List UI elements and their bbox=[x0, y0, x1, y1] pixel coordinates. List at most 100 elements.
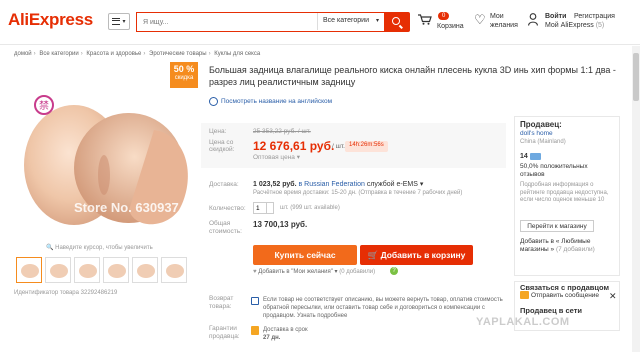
svg-text:禁: 禁 bbox=[39, 100, 49, 112]
thumbnail-image bbox=[50, 264, 68, 278]
aliexpress-logo[interactable]: AliExpress bbox=[8, 10, 93, 30]
thumbnail-image bbox=[137, 264, 155, 278]
scrollbar-thumb[interactable] bbox=[633, 53, 639, 101]
quantity-input[interactable] bbox=[253, 202, 267, 214]
breadcrumb-separator: › bbox=[143, 51, 146, 57]
thumbnail-image bbox=[79, 264, 97, 278]
price-label: Цена: bbox=[209, 128, 227, 135]
my-aliexpress-link[interactable]: Мой AliExpress (5) bbox=[545, 22, 604, 29]
add-to-cart-label: Добавить в корзину bbox=[380, 249, 466, 260]
quantity-stepper[interactable] bbox=[267, 202, 274, 214]
thumbnail[interactable] bbox=[103, 257, 129, 283]
thumbnail[interactable] bbox=[16, 257, 42, 283]
return-label-line1: Возврат bbox=[209, 295, 234, 302]
image-watermark: Store No: 630937 bbox=[39, 230, 137, 240]
add-favorite-store-link[interactable]: Добавить в « Любимые магазины » (7 добав… bbox=[520, 238, 614, 254]
guarantee-label: Гарантии продавца: bbox=[209, 325, 240, 341]
seller-name-link[interactable]: doll's home bbox=[520, 130, 553, 137]
product-main-image[interactable]: 禁 Store No. 630937 Store No: 630937 bbox=[14, 60, 196, 240]
send-message-link[interactable]: Отправить сообщение bbox=[531, 292, 599, 299]
seller-rank: 14 bbox=[520, 153, 528, 160]
thumbnail[interactable] bbox=[74, 257, 100, 283]
breadcrumb-item[interactable]: домой bbox=[14, 51, 32, 57]
thumbnail-image bbox=[21, 264, 39, 278]
return-policy-text: Если товар не соответствует описанию, вы… bbox=[263, 297, 503, 319]
thumbnail-image bbox=[166, 264, 184, 278]
old-price: 25 353,22 руб. / шт. bbox=[253, 128, 311, 135]
shipping-service: службой e-EMS bbox=[366, 181, 418, 188]
seller-positive-feedback: 50,0% положительных отзывов bbox=[520, 163, 588, 178]
thumbnail[interactable] bbox=[45, 257, 71, 283]
total-label-line1: Общая bbox=[209, 220, 231, 227]
total-price: 13 700,13 руб. bbox=[253, 220, 308, 229]
buy-now-button[interactable]: Купить сейчас bbox=[253, 245, 357, 265]
account-area: Войти Регистрация Мой AliExpress (5) bbox=[528, 11, 638, 35]
my-aliexpress-label: Мой AliExpress bbox=[545, 22, 594, 29]
breadcrumb-item[interactable]: Красота и здоровье bbox=[86, 51, 141, 57]
translate-link[interactable]: Посмотреть название на английском bbox=[221, 98, 332, 105]
breadcrumb-item[interactable]: Куклы для секса bbox=[214, 51, 260, 57]
product-title: Большая задница влагалище реального киск… bbox=[209, 65, 616, 87]
zoom-hint-text: Наведите курсор, чтобы увеличить bbox=[55, 245, 153, 251]
wishlist-label-line2: желания bbox=[490, 22, 518, 29]
header: AliExpress ▾ Все категории ▾ 0 Корзина ♡… bbox=[0, 0, 640, 45]
discount-price: 12 676,61 руб. bbox=[253, 139, 335, 153]
return-label: Возврат товара: bbox=[209, 295, 233, 311]
image-watermark: Store No. 630937 bbox=[74, 200, 179, 215]
add-to-wishlist-label: Добавить в "Мои желания" bbox=[258, 269, 333, 275]
add-to-wishlist-link[interactable]: ♥ Добавить в "Мои желания" ▾ (0 добавили… bbox=[253, 268, 375, 275]
shipping-destination-link[interactable]: в Russian Federation bbox=[299, 181, 365, 188]
search-bar: Все категории ▾ bbox=[136, 12, 384, 32]
return-label-line2: товара: bbox=[209, 303, 232, 310]
shipping-label: Доставка: bbox=[209, 181, 239, 188]
thumbnail[interactable] bbox=[132, 257, 158, 283]
seller-rating-info: Подробная информация о рейтинге продавца… bbox=[520, 182, 609, 203]
my-aliexpress-count: (5) bbox=[595, 22, 605, 29]
add-to-cart-button[interactable]: 🛒 Добавить в корзину bbox=[360, 245, 473, 265]
shipping-info: 1 023,52 руб. в Russian Federation служб… bbox=[253, 180, 423, 188]
medal-icon bbox=[530, 153, 541, 160]
cart-link[interactable]: 0 Корзина bbox=[418, 11, 468, 35]
register-link[interactable]: Регистрация bbox=[574, 13, 615, 20]
search-button[interactable] bbox=[384, 12, 410, 32]
guarantee-icon bbox=[251, 326, 259, 335]
total-label-line2: стоимость: bbox=[209, 228, 242, 235]
seller-title: Продавец: bbox=[520, 120, 562, 129]
breadcrumb-item[interactable]: Эротические товары bbox=[149, 51, 207, 57]
thumbnail[interactable] bbox=[161, 257, 187, 283]
message-icon bbox=[520, 291, 529, 299]
search-icon bbox=[392, 17, 400, 25]
categories-menu-button[interactable]: ▾ bbox=[108, 13, 130, 30]
breadcrumb: домой › Все категории › Красота и здоровье… bbox=[14, 51, 260, 57]
discount-value: 50 % bbox=[173, 64, 195, 74]
chevron-down-icon[interactable]: ▾ bbox=[420, 181, 424, 188]
discount-price-label: Цена со скидкой: bbox=[209, 139, 235, 153]
quantity-label: Количество: bbox=[209, 205, 246, 212]
help-icon[interactable]: ? bbox=[390, 267, 398, 275]
guarantee-days: 27 дн. bbox=[263, 335, 281, 341]
seller-online-label: Продавец в сети bbox=[520, 306, 582, 315]
wishlist-label-line1: Мои bbox=[490, 13, 504, 20]
guarantee-label-line1: Гарантии bbox=[209, 325, 237, 332]
zoom-hint: 🔍 Наведите курсор, чтобы увеличить bbox=[46, 245, 153, 251]
sale-timer: 14h:26m:56s bbox=[345, 141, 388, 152]
item-id: Идентификатор товара 32292486219 bbox=[14, 290, 118, 296]
close-icon[interactable]: ✕ bbox=[609, 291, 617, 302]
search-input[interactable] bbox=[143, 17, 313, 28]
price-unit: / шт. bbox=[332, 143, 345, 150]
shipping-eta: Расчётное время доставки: 15-20 дн. (Отп… bbox=[253, 190, 463, 196]
login-link[interactable]: Войти bbox=[545, 13, 566, 20]
thumbnail-strip bbox=[16, 257, 187, 284]
site-watermark: YAPLAKAL.COM bbox=[476, 316, 570, 328]
wholesale-label: Оптовая цена bbox=[253, 154, 295, 161]
cart-icon: 🛒 bbox=[367, 249, 379, 260]
wishlist-link[interactable]: ♡ Мои желания bbox=[474, 11, 524, 35]
breadcrumb-item[interactable]: Все категории bbox=[39, 51, 78, 57]
breadcrumb-separator: › bbox=[33, 51, 36, 57]
cart-label: Корзина bbox=[437, 23, 464, 30]
shipping-price: 1 023,52 руб. bbox=[253, 181, 297, 188]
go-to-store-button[interactable]: Перейти к магазину bbox=[520, 220, 594, 232]
wholesale-price-link[interactable]: Оптовая цена ▾ bbox=[253, 153, 300, 161]
search-category-select[interactable]: Все категории ▾ bbox=[317, 13, 383, 30]
user-icon bbox=[528, 13, 538, 26]
